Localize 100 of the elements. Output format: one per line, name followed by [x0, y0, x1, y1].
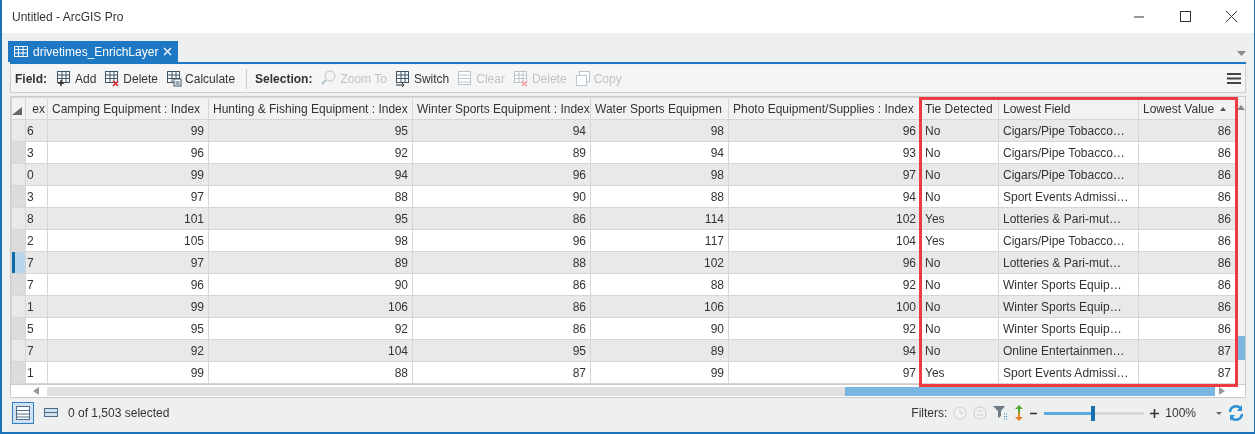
- toolbar-button[interactable]: Calculate: [163, 68, 239, 89]
- column-header[interactable]: Photo Equipment/Supplies : Index: [728, 97, 921, 120]
- selection-count: 0 of 1,503 selected: [68, 405, 170, 422]
- calculator-icon: [166, 70, 183, 87]
- table-cell: Lotteries & Pari-mut…: [998, 251, 1139, 274]
- slider-thumb[interactable]: [1091, 405, 1096, 421]
- table-cell: 102: [590, 251, 729, 274]
- table-cell: 3: [25, 141, 48, 164]
- table-cell: Winter Sports Equip…: [998, 317, 1139, 340]
- filter-icon[interactable]: [993, 406, 1010, 420]
- table-cell: 96: [728, 251, 921, 274]
- table-cell: 100: [728, 295, 921, 318]
- table-cell: 95: [47, 317, 209, 340]
- table-cell: 90: [590, 317, 729, 340]
- table-cell: 88: [590, 273, 729, 296]
- menu-icon[interactable]: [1227, 72, 1241, 85]
- magnifier-icon: [321, 70, 338, 87]
- table-cell: Online Entertainmen…: [998, 339, 1139, 362]
- table-icon: [14, 46, 28, 57]
- table-cell: 88: [412, 251, 591, 274]
- column-header[interactable]: Hunting & Fishing Equipment : Index: [208, 97, 413, 120]
- table-cell: No: [920, 141, 999, 164]
- scroll-left-icon[interactable]: [33, 387, 39, 395]
- table-cell: 88: [590, 185, 729, 208]
- column-header[interactable]: ex: [25, 97, 48, 120]
- table-cell: 97: [728, 163, 921, 186]
- table-cell: 99: [47, 295, 209, 318]
- zoom-level: 100%: [1165, 405, 1196, 422]
- table-cell: 92: [208, 141, 413, 164]
- table-cell: 88: [208, 361, 413, 384]
- table-cell: 95: [412, 339, 591, 362]
- vertical-scrollbar[interactable]: [1236, 97, 1245, 384]
- table-cell: 96: [728, 119, 921, 142]
- table-cell: No: [920, 317, 999, 340]
- window-title: Untitled - ArcGIS Pro: [12, 8, 124, 26]
- table-cell: 96: [47, 273, 209, 296]
- table-cell: Sport Events Admissi…: [998, 185, 1139, 208]
- table-cell: 95: [208, 207, 413, 230]
- close-icon[interactable]: [1224, 10, 1238, 23]
- table-cell: 7: [25, 273, 48, 296]
- table-cell: 97: [47, 185, 209, 208]
- toolbar-button[interactable]: Delete: [101, 68, 162, 89]
- column-header[interactable]: Water Sports Equipmen: [590, 97, 729, 120]
- table-cell: 117: [590, 229, 729, 252]
- tab[interactable]: drivetimes_EnrichLayer: [8, 41, 179, 62]
- table-cell: 99: [47, 163, 209, 186]
- delete-icon: [512, 70, 529, 87]
- table-cell: 99: [47, 119, 209, 142]
- table-cell: Cigars/Pipe Tobacco…: [998, 163, 1139, 186]
- table-cell: 99: [590, 361, 729, 384]
- table-cell: 86: [412, 207, 591, 230]
- table-cell: 94: [590, 141, 729, 164]
- table-cell: No: [920, 273, 999, 296]
- table-cell: 114: [590, 207, 729, 230]
- list-icon: [16, 406, 30, 420]
- scroll-right-icon[interactable]: [1219, 387, 1225, 395]
- table-cell: 89: [590, 339, 729, 362]
- table-cell: 90: [412, 185, 591, 208]
- scroll-up-icon[interactable]: [1236, 105, 1245, 110]
- scroll-thumb[interactable]: [1236, 336, 1245, 360]
- table-cell: Yes: [920, 361, 999, 384]
- table-cell: 87: [412, 361, 591, 384]
- column-header[interactable]: Camping Equipment : Index: [47, 97, 209, 120]
- table-cell: 102: [728, 207, 921, 230]
- table-cell: Yes: [920, 229, 999, 252]
- scroll-thumb[interactable]: [845, 386, 1215, 396]
- zoom-in-icon[interactable]: [1150, 408, 1160, 418]
- toolbar-label: Field:: [15, 70, 47, 88]
- table-cell: 94: [412, 119, 591, 142]
- refresh-icon[interactable]: [1228, 404, 1244, 422]
- table-cell: 94: [208, 163, 413, 186]
- column-header[interactable]: Winter Sports Equipment : Index: [412, 97, 591, 120]
- horizontal-scrollbar[interactable]: [47, 386, 1215, 396]
- maximize-icon[interactable]: [1178, 10, 1192, 23]
- switch-icon: [394, 70, 411, 87]
- table-cell: 86: [412, 273, 591, 296]
- clear-icon: [457, 70, 474, 87]
- rows-icon: [44, 406, 58, 420]
- table-cell: 92: [208, 317, 413, 340]
- table-cell: Cigars/Pipe Tobacco…: [998, 141, 1139, 164]
- table-cell: 104: [208, 339, 413, 362]
- select-all-icon[interactable]: [12, 106, 22, 115]
- table-cell: 1: [25, 361, 48, 384]
- table-cell: 88: [208, 185, 413, 208]
- table-cell: 98: [590, 163, 729, 186]
- table-cell: 86: [412, 317, 591, 340]
- delete-icon: [104, 70, 121, 87]
- dropdown-icon[interactable]: [1237, 51, 1246, 56]
- copy-icon: [574, 70, 591, 87]
- toolbar-button[interactable]: Switch: [391, 68, 453, 89]
- table-cell: 106: [208, 295, 413, 318]
- table-view-button[interactable]: [12, 402, 34, 424]
- table-cell: Cigars/Pipe Tobacco…: [998, 119, 1139, 142]
- table-cell: 96: [412, 229, 591, 252]
- table-cell: Cigars/Pipe Tobacco…: [998, 229, 1139, 252]
- table-cell: 99: [47, 361, 209, 384]
- dropdown-icon[interactable]: [1216, 411, 1222, 415]
- filters-label: Filters:: [911, 405, 948, 422]
- row-header[interactable]: [11, 251, 26, 274]
- toolbar-button[interactable]: Add: [53, 68, 100, 89]
